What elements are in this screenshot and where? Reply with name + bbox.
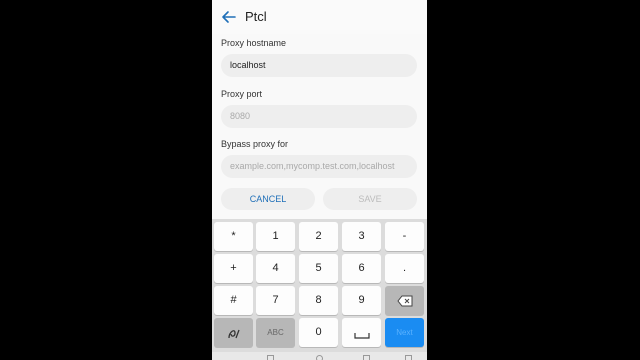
proxy-hostname-value: localhost [230,60,266,70]
symbols-key[interactable] [214,318,253,347]
key-1[interactable]: 1 [256,222,295,251]
nav-home-icon[interactable] [316,355,323,360]
key-8[interactable]: 8 [299,286,338,315]
key-period[interactable]: . [385,254,424,283]
key-minus[interactable]: - [385,222,424,251]
key-plus[interactable]: + [214,254,253,283]
cancel-button[interactable]: CANCEL [221,188,315,210]
save-button[interactable]: SAVE [323,188,417,210]
bypass-proxy-input[interactable]: example.com,mycomp.test.com,localhost [221,155,417,178]
proxy-port-input[interactable]: 8080 [221,105,417,128]
phone-screen: Ptcl Proxy hostname localhost Proxy port… [212,0,427,360]
nav-back-icon[interactable] [267,355,274,360]
space-icon [353,333,370,339]
key-6[interactable]: 6 [342,254,381,283]
numeric-keyboard: * 1 2 3 - + 4 5 6 . # 7 8 9 ABC 0 Next [212,219,427,352]
key-2[interactable]: 2 [299,222,338,251]
proxy-port-placeholder: 8080 [230,111,251,121]
proxy-port-label: Proxy port [221,89,263,99]
key-9[interactable]: 9 [342,286,381,315]
page-title: Ptcl [245,9,267,24]
nav-keyboard-icon[interactable] [405,355,412,360]
system-nav-bar [212,352,427,360]
key-asterisk[interactable]: * [214,222,253,251]
proxy-hostname-label: Proxy hostname [221,38,287,48]
next-key[interactable]: Next [385,318,424,347]
bypass-proxy-label: Bypass proxy for [221,139,289,149]
back-arrow-icon[interactable] [220,8,238,26]
key-7[interactable]: 7 [256,286,295,315]
abc-key[interactable]: ABC [256,318,295,347]
app-bar: Ptcl [212,0,427,34]
key-3[interactable]: 3 [342,222,381,251]
abc-key-label: ABC [267,328,284,337]
proxy-hostname-input[interactable]: localhost [221,54,417,77]
backspace-icon [396,295,412,307]
nav-recents-icon[interactable] [363,355,370,360]
backspace-key[interactable] [385,286,424,315]
bypass-proxy-placeholder: example.com,mycomp.test.com,localhost [230,161,395,171]
key-4[interactable]: 4 [256,254,295,283]
key-5[interactable]: 5 [299,254,338,283]
symbols-icon [227,329,240,339]
space-key[interactable] [342,318,381,347]
key-hash[interactable]: # [214,286,253,315]
key-0[interactable]: 0 [299,318,338,347]
